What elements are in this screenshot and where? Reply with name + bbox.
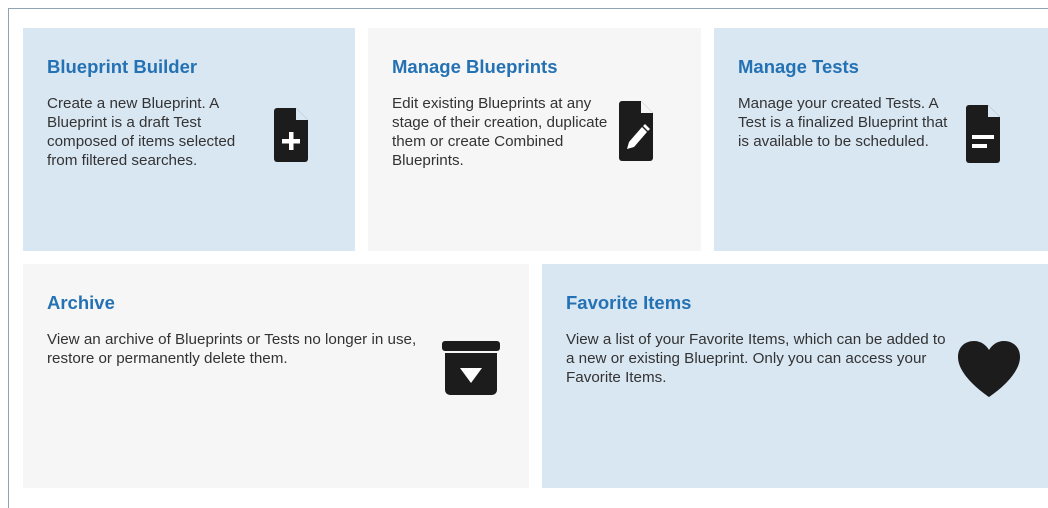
card-title: Archive [47, 292, 115, 313]
card-title: Manage Tests [738, 56, 859, 77]
file-plus-icon [274, 108, 308, 162]
card-description: Edit existing Blueprints at any stage of… [392, 95, 608, 170]
card-description: Manage your created Tests. A Test is a f… [738, 95, 948, 151]
card-description: Create a new Blueprint. A Blueprint is a… [47, 95, 236, 170]
file-text-icon [966, 105, 1000, 163]
archive-icon [442, 341, 500, 395]
card-title: Manage Blueprints [392, 56, 558, 77]
favorite-items-card[interactable]: Favorite Items View a list of your Favor… [542, 264, 1048, 488]
card-description: View a list of your Favorite Items, whic… [566, 331, 946, 387]
card-title: Blueprint Builder [47, 56, 198, 77]
heart-icon [958, 341, 1020, 397]
card-description: View an archive of Blueprints or Tests n… [47, 331, 417, 368]
blueprint-builder-card[interactable]: Blueprint Builder Create a new Blueprint… [23, 28, 355, 251]
archive-card[interactable]: Archive View an archive of Blueprints or… [23, 264, 529, 488]
manage-tests-card[interactable]: Manage Tests Manage your created Tests. … [714, 28, 1048, 251]
manage-blueprints-card[interactable]: Manage Blueprints Edit existing Blueprin… [368, 28, 701, 251]
file-edit-icon [619, 101, 653, 161]
card-title: Favorite Items [566, 292, 692, 313]
